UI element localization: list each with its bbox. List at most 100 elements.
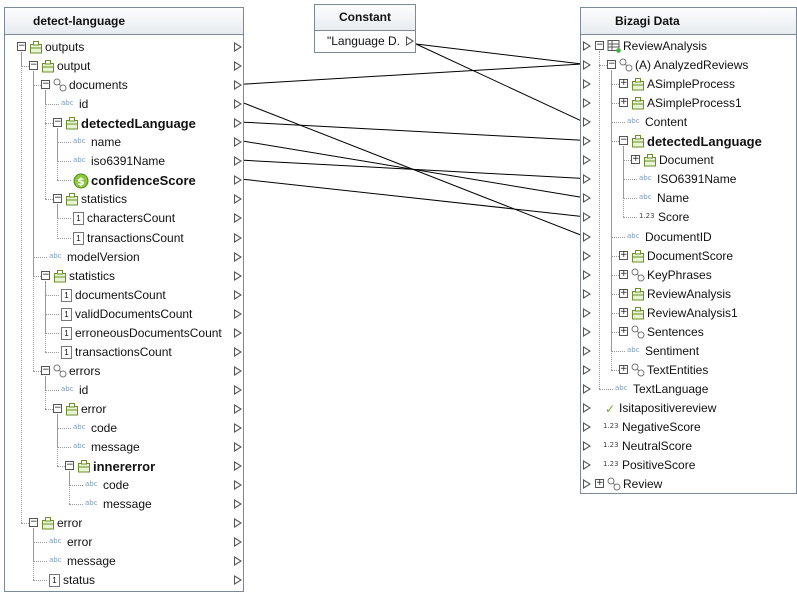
output-port-arrow-icon[interactable] xyxy=(234,499,242,510)
input-port-arrow-icon[interactable] xyxy=(583,79,591,90)
source-row-transactionscount[interactable]: 1 transactionsCount xyxy=(5,343,243,362)
output-port-arrow-icon[interactable] xyxy=(234,308,242,319)
collapse-toggle-icon[interactable]: − xyxy=(41,365,50,375)
source-row-outputs[interactable]: − outputs xyxy=(5,38,243,57)
mapping-line[interactable] xyxy=(243,159,583,179)
source-row-error[interactable]: − error xyxy=(5,514,243,533)
collapse-toggle-icon[interactable]: − xyxy=(619,136,628,146)
output-port-arrow-icon[interactable] xyxy=(234,251,242,262)
source-row-output[interactable]: − output xyxy=(5,57,243,76)
collapse-toggle-icon[interactable]: − xyxy=(41,80,50,90)
input-port-arrow-icon[interactable] xyxy=(583,383,591,394)
target-row-a-analyzedreviews[interactable]: − (A) AnalyzedReviews xyxy=(581,56,796,75)
target-row-iso6391name[interactable]: abc ISO6391Name xyxy=(581,170,796,189)
output-port-arrow-icon[interactable] xyxy=(234,518,242,529)
expand-toggle-icon[interactable]: + xyxy=(619,269,628,279)
output-port-arrow-icon[interactable] xyxy=(234,537,242,548)
input-port-arrow-icon[interactable] xyxy=(583,60,591,71)
source-row-code[interactable]: abc code xyxy=(5,419,243,438)
target-row-isitapositivereview[interactable]: ✓ Isitapositivereview xyxy=(581,399,796,418)
collapse-toggle-icon[interactable]: − xyxy=(607,60,616,70)
source-row-erroneousdocumentscount[interactable]: 1 erroneousDocumentsCount xyxy=(5,324,243,343)
output-port-arrow-icon[interactable] xyxy=(234,175,242,186)
expand-toggle-icon[interactable]: + xyxy=(619,250,628,260)
input-port-arrow-icon[interactable] xyxy=(583,422,591,432)
input-port-arrow-icon[interactable] xyxy=(583,326,591,337)
expand-toggle-icon[interactable]: + xyxy=(619,98,628,108)
output-port-arrow-icon[interactable] xyxy=(234,232,242,243)
target-row-neutralscore[interactable]: 1.23 NeutralScore xyxy=(581,437,796,456)
output-port-arrow-icon[interactable] xyxy=(234,346,242,357)
input-port-arrow-icon[interactable] xyxy=(583,250,591,261)
output-port-arrow-icon[interactable] xyxy=(234,42,242,52)
input-port-arrow-icon[interactable] xyxy=(583,117,591,128)
input-port-arrow-icon[interactable] xyxy=(583,269,591,280)
input-port-arrow-icon[interactable] xyxy=(583,155,591,166)
input-port-arrow-icon[interactable] xyxy=(583,345,591,356)
input-port-arrow-icon[interactable] xyxy=(583,231,591,242)
output-port-arrow-icon[interactable] xyxy=(234,365,242,376)
output-port-arrow-icon[interactable] xyxy=(234,403,242,414)
input-port-arrow-icon[interactable] xyxy=(583,364,591,375)
output-port-arrow-icon[interactable] xyxy=(234,80,242,91)
output-port-arrow-icon[interactable] xyxy=(234,556,242,567)
source-row-documentscount[interactable]: 1 documentsCount xyxy=(5,286,243,305)
collapse-toggle-icon[interactable]: − xyxy=(17,42,26,51)
source-row-iso6391name[interactable]: abc iso6391Name xyxy=(5,152,243,171)
expand-toggle-icon[interactable]: + xyxy=(631,155,640,165)
target-row-negativescore[interactable]: 1.23 NegativeScore xyxy=(581,418,796,437)
source-row-transactionscount[interactable]: 1 transactionsCount xyxy=(5,229,243,248)
output-port-arrow-icon[interactable] xyxy=(234,423,242,433)
collapse-toggle-icon[interactable]: − xyxy=(595,41,604,50)
source-row-message[interactable]: abc message xyxy=(5,495,243,514)
output-port-arrow-icon[interactable] xyxy=(234,137,242,148)
source-row-innererror[interactable]: − innererror xyxy=(5,457,243,476)
collapse-toggle-icon[interactable]: − xyxy=(29,518,38,528)
output-port-arrow-icon[interactable] xyxy=(234,480,242,491)
mapping-line[interactable] xyxy=(243,121,583,141)
target-row-positivescore[interactable]: 1.23 PositiveScore xyxy=(581,456,796,475)
expand-toggle-icon[interactable]: + xyxy=(619,364,628,374)
input-port-arrow-icon[interactable] xyxy=(583,479,591,490)
target-row-score[interactable]: 1.23 Score xyxy=(581,208,796,227)
input-port-arrow-icon[interactable] xyxy=(583,136,591,147)
mapping-line[interactable] xyxy=(243,140,583,198)
source-row-statistics[interactable]: − statistics xyxy=(5,190,243,209)
output-port-arrow-icon[interactable] xyxy=(234,213,242,224)
collapse-toggle-icon[interactable]: − xyxy=(29,61,38,71)
mapping-line[interactable] xyxy=(243,63,583,85)
output-port-arrow-icon[interactable] xyxy=(234,461,242,472)
collapse-toggle-icon[interactable]: − xyxy=(65,461,74,471)
target-row-document[interactable]: + Document xyxy=(581,151,796,170)
source-row-detectedlanguage[interactable]: − detectedLanguage xyxy=(5,114,243,133)
input-port-arrow-icon[interactable] xyxy=(583,174,591,185)
output-port-arrow-icon[interactable] xyxy=(234,327,242,338)
input-port-arrow-icon[interactable] xyxy=(583,402,591,413)
collapse-toggle-icon[interactable]: − xyxy=(41,270,50,280)
expand-toggle-icon[interactable]: + xyxy=(619,288,628,298)
collapse-toggle-icon[interactable]: − xyxy=(53,403,62,413)
input-port-arrow-icon[interactable] xyxy=(583,98,591,109)
output-port-arrow-icon[interactable] xyxy=(234,384,242,395)
input-port-arrow-icon[interactable] xyxy=(583,41,591,51)
input-port-arrow-icon[interactable] xyxy=(583,193,591,204)
target-row-review[interactable]: + Review xyxy=(581,475,796,494)
constant-value-row[interactable]: "Language D. xyxy=(315,32,415,51)
mapping-line[interactable] xyxy=(243,178,583,217)
source-row-name[interactable]: abc name xyxy=(5,133,243,152)
output-port-arrow-icon[interactable] xyxy=(234,118,242,129)
input-port-arrow-icon[interactable] xyxy=(583,460,591,471)
collapse-toggle-icon[interactable]: − xyxy=(53,118,62,128)
target-row-textlanguage[interactable]: abc TextLanguage xyxy=(581,380,796,399)
output-port-arrow-icon[interactable] xyxy=(406,36,414,46)
expand-toggle-icon[interactable]: + xyxy=(619,326,628,336)
output-port-arrow-icon[interactable] xyxy=(234,99,242,110)
output-port-arrow-icon[interactable] xyxy=(234,442,242,453)
collapse-toggle-icon[interactable]: − xyxy=(53,194,62,204)
mapping-line[interactable] xyxy=(415,43,583,65)
input-port-arrow-icon[interactable] xyxy=(583,212,591,223)
mapping-line[interactable] xyxy=(243,102,583,236)
source-row-id[interactable]: abc id xyxy=(5,95,243,114)
source-row-message[interactable]: abc message xyxy=(5,438,243,457)
target-row-name[interactable]: abc Name xyxy=(581,189,796,208)
